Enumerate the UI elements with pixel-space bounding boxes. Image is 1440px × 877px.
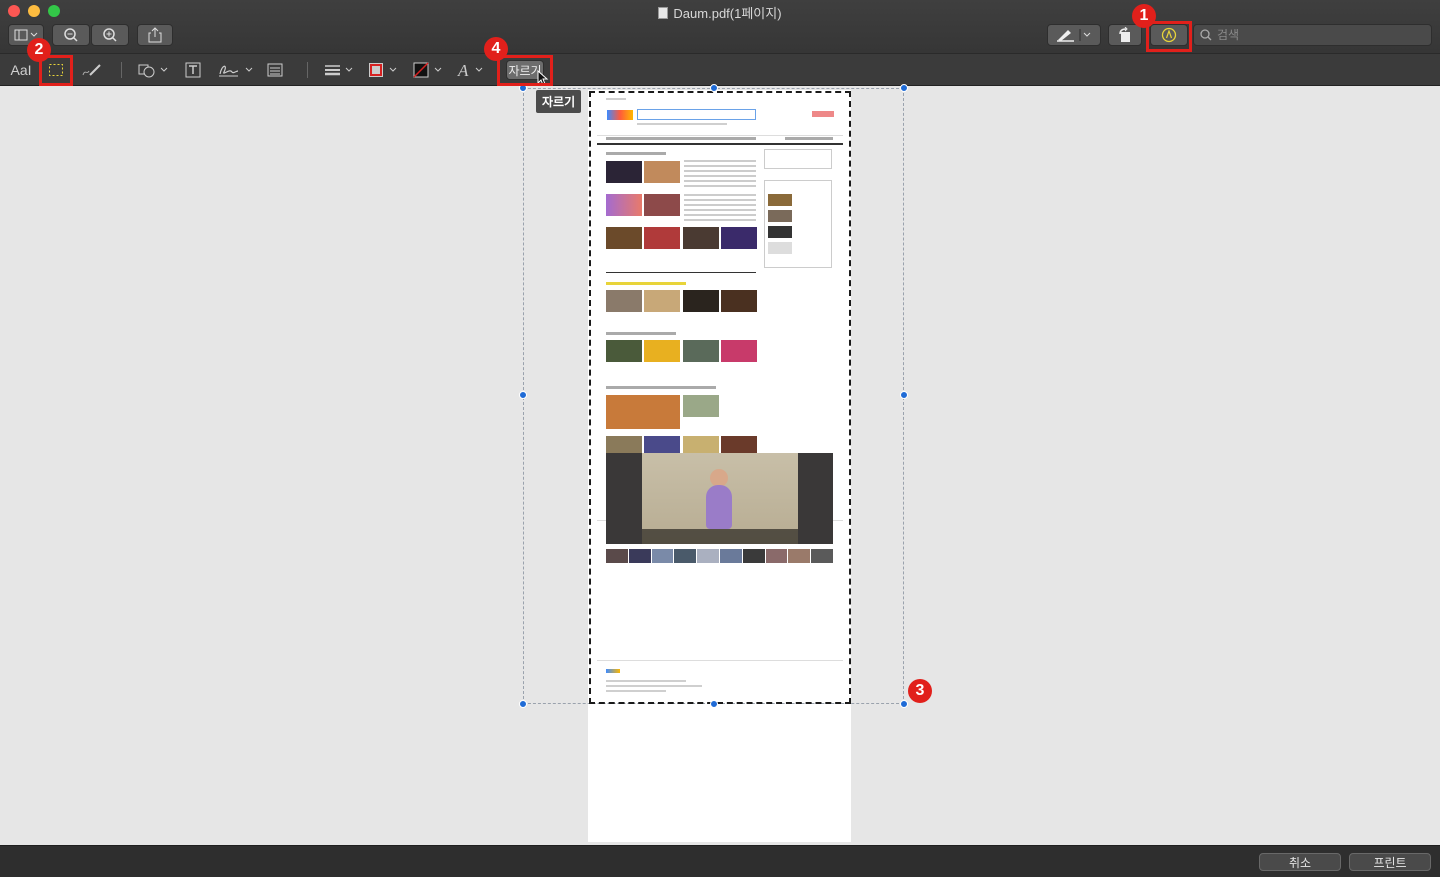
- text-style-button[interactable]: AaI: [8, 59, 34, 81]
- shapes-icon: [138, 64, 168, 78]
- resize-handle-bottom-left[interactable]: [519, 700, 527, 708]
- signature-button[interactable]: [218, 59, 256, 81]
- rotate-icon: [1119, 27, 1130, 42]
- fill-color-button[interactable]: [413, 59, 447, 81]
- search-icon: [1200, 29, 1212, 41]
- toolbar-divider: [307, 62, 308, 78]
- share-icon: [148, 27, 162, 43]
- text-box-button[interactable]: [183, 59, 203, 81]
- shape-style-button[interactable]: [324, 59, 356, 81]
- pdf-document-icon: [658, 7, 669, 19]
- window-title: Daum.pdf(1페이지): [0, 3, 1440, 22]
- fill-color-icon: [413, 62, 442, 78]
- sketch-tool-button[interactable]: [80, 59, 104, 81]
- callout-box-markup: [1146, 21, 1192, 52]
- search-input[interactable]: [1217, 28, 1417, 42]
- callout-badge-2: 2: [27, 38, 51, 62]
- line-style-icon: [325, 65, 353, 76]
- resize-handle-bottom-right[interactable]: [900, 700, 908, 708]
- shapes-button[interactable]: [138, 59, 170, 81]
- callout-box-crop: [497, 55, 553, 86]
- search-field[interactable]: [1193, 24, 1432, 46]
- title-bar: Daum.pdf(1페이지): [0, 0, 1440, 54]
- border-color-button[interactable]: [368, 59, 402, 81]
- callout-badge-4: 4: [484, 37, 508, 61]
- cancel-button[interactable]: 취소: [1259, 853, 1341, 871]
- svg-text:A: A: [457, 61, 469, 79]
- zoom-in-button[interactable]: [91, 24, 129, 46]
- font-icon: A: [457, 61, 483, 79]
- resize-handle-right[interactable]: [900, 391, 908, 399]
- highlighter-icon: [1057, 29, 1091, 42]
- share-button[interactable]: [137, 24, 173, 46]
- print-bottom-bar: 취소 프린트: [0, 845, 1440, 877]
- preview-window: Daum.pdf(1페이지) AaI: [0, 0, 1440, 877]
- signature-icon: [219, 65, 253, 77]
- callout-badge-1: 1: [1132, 4, 1156, 28]
- font-style-button[interactable]: A: [457, 59, 489, 81]
- pen-icon: [82, 64, 101, 76]
- resize-handle-top-right[interactable]: [900, 84, 908, 92]
- text-box-icon: [185, 62, 201, 78]
- zoom-out-icon: [64, 28, 78, 42]
- highlight-button[interactable]: [1047, 24, 1101, 46]
- crop-tooltip: 자르기: [536, 90, 582, 113]
- toolbar-divider: [121, 62, 122, 78]
- crop-selection-marquee[interactable]: [589, 91, 851, 704]
- rotate-button[interactable]: [1108, 24, 1142, 46]
- border-color-icon: [369, 63, 397, 77]
- resize-handle-top[interactable]: [710, 84, 718, 92]
- resize-handle-bottom[interactable]: [710, 700, 718, 708]
- note-icon: [267, 63, 283, 77]
- note-button[interactable]: [266, 59, 284, 81]
- markup-toolbar: AaI A: [0, 54, 1440, 86]
- print-button[interactable]: 프린트: [1349, 853, 1431, 871]
- zoom-in-icon: [103, 28, 117, 42]
- zoom-out-button[interactable]: [52, 24, 90, 46]
- callout-badge-3: 3: [908, 679, 932, 703]
- resize-handle-left[interactable]: [519, 391, 527, 399]
